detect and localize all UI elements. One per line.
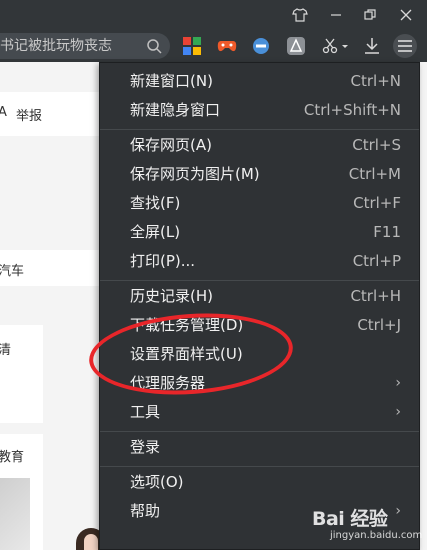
toolbar: 书记被批玩物丧志 xyxy=(0,30,427,62)
menu-item-save-page[interactable]: 保存网页(A) Ctrl+S xyxy=(100,131,419,160)
menu-separator xyxy=(100,280,419,281)
report-row: A 举报 xyxy=(0,92,99,136)
menu-item-new-incognito-window[interactable]: 新建隐身窗口 Ctrl+Shift+N xyxy=(100,96,419,125)
menu-separator xyxy=(100,129,419,130)
thumbnail-image[interactable] xyxy=(0,478,30,550)
block-icon[interactable] xyxy=(251,36,271,56)
search-icon[interactable] xyxy=(146,38,162,54)
search-input[interactable]: 书记被批玩物丧志 xyxy=(0,33,170,59)
fragment-text-qing[interactable]: 清 xyxy=(0,339,11,358)
menu-item-new-window[interactable]: 新建窗口(N) Ctrl+N xyxy=(100,67,419,96)
title-bar xyxy=(0,0,427,30)
restore-button[interactable] xyxy=(352,0,388,30)
apps-grid-icon[interactable] xyxy=(182,36,202,56)
translate-icon[interactable] xyxy=(286,36,306,56)
screenshot-scissors-icon[interactable] xyxy=(320,36,350,56)
menu-hamburger-icon[interactable] xyxy=(393,34,417,58)
menu-item-save-page-as-image[interactable]: 保存网页为图片(M) Ctrl+M xyxy=(100,160,419,189)
minimize-button[interactable] xyxy=(318,0,354,30)
search-input-text: 书记被批玩物丧志 xyxy=(0,38,112,54)
fragment-text-a: A xyxy=(0,105,7,120)
menu-item-history[interactable]: 历史记录(H) Ctrl+H xyxy=(100,282,419,311)
menu-separator xyxy=(100,466,419,467)
chevron-right-icon: › xyxy=(395,375,401,391)
fragment-text-edu[interactable]: 教育 xyxy=(0,446,24,465)
gamepad-icon[interactable] xyxy=(217,36,237,56)
menu-item-options[interactable]: 选项(O) xyxy=(100,468,419,497)
menu-separator xyxy=(100,431,419,432)
browser-main-menu: 新建窗口(N) Ctrl+N 新建隐身窗口 Ctrl+Shift+N 保存网页(… xyxy=(99,62,420,550)
menu-item-find[interactable]: 查找(F) Ctrl+F xyxy=(100,189,419,218)
baidu-jingyan-watermark: Bai 经验 jingyan.baidu.com xyxy=(312,500,424,548)
chevron-right-icon: › xyxy=(395,404,401,420)
car-row: 汽车 xyxy=(0,250,99,286)
report-link[interactable]: 举报 xyxy=(16,105,42,124)
content-card-2: 教育 xyxy=(0,434,43,550)
menu-item-login[interactable]: 登录 xyxy=(100,433,419,462)
menu-item-tools[interactable]: 工具 › xyxy=(100,398,419,427)
watermark-url: jingyan.baidu.com xyxy=(330,530,423,541)
download-icon[interactable] xyxy=(362,36,382,56)
close-button[interactable] xyxy=(388,0,424,30)
watermark-logo: Bai 经验 xyxy=(312,508,388,530)
menu-item-print[interactable]: 打印(P)... Ctrl+P xyxy=(100,247,419,276)
fragment-text-car[interactable]: 汽车 xyxy=(0,260,24,279)
content-card-1: 清 xyxy=(0,325,43,423)
menu-item-fullscreen[interactable]: 全屏(L) F11 xyxy=(100,218,419,247)
shirt-icon[interactable] xyxy=(282,0,318,30)
